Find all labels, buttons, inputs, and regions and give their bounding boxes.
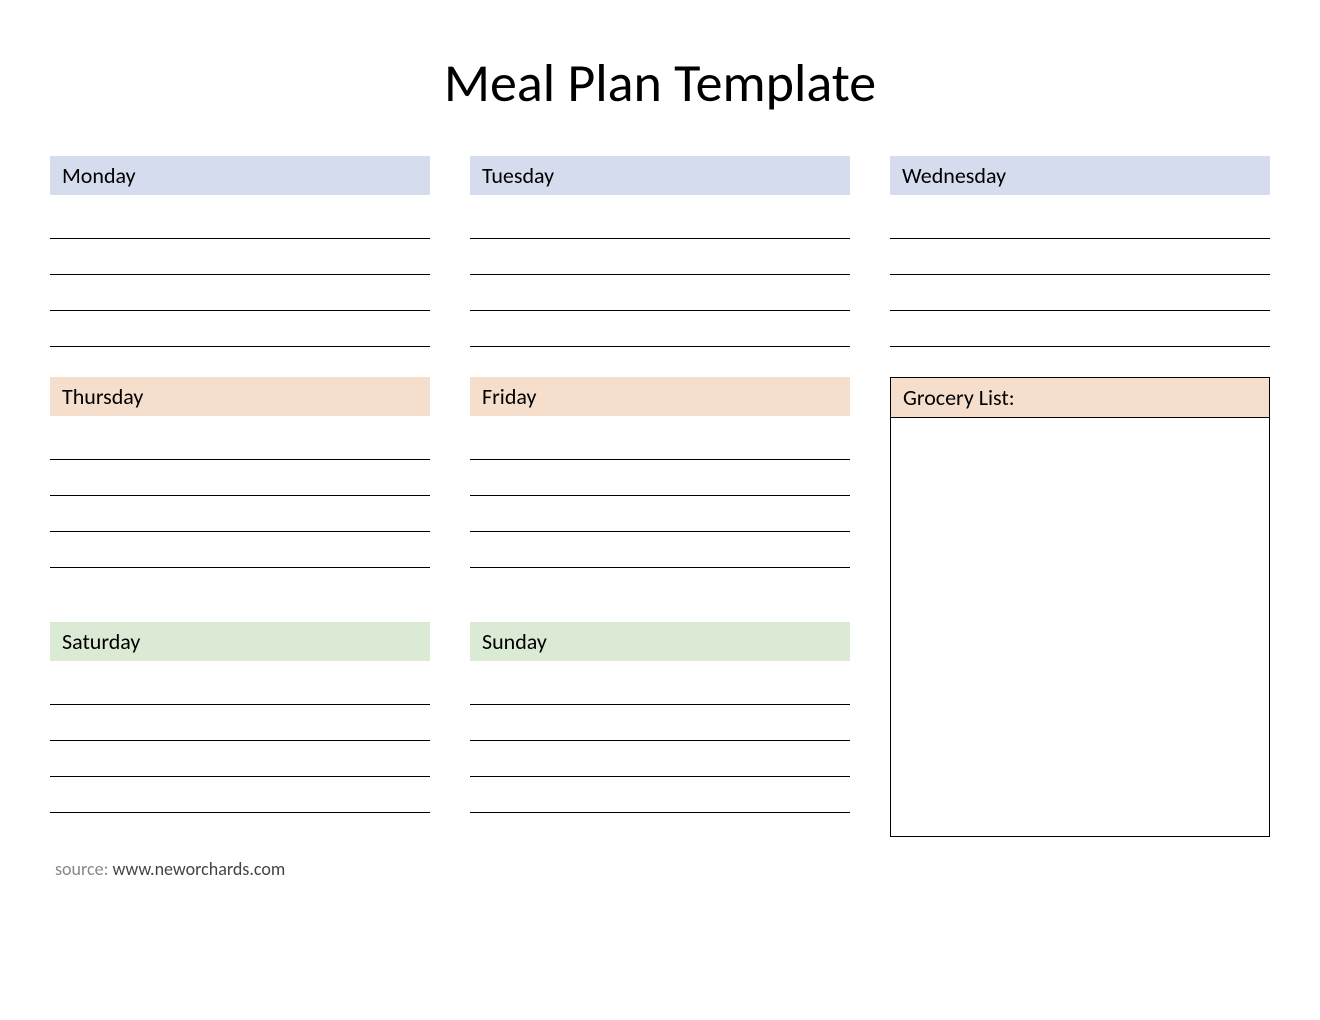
- day-block-tuesday: Tuesday: [470, 156, 850, 347]
- meal-line[interactable]: [470, 311, 850, 347]
- day-block-wednesday: Wednesday: [890, 156, 1270, 347]
- meal-line[interactable]: [470, 460, 850, 496]
- day-lines-monday: [50, 203, 430, 347]
- day-header-saturday: Saturday: [50, 622, 430, 661]
- meal-line[interactable]: [470, 496, 850, 532]
- day-block-saturday: Saturday: [50, 622, 430, 837]
- meal-line[interactable]: [50, 496, 430, 532]
- day-header-thursday: Thursday: [50, 377, 430, 416]
- meal-line[interactable]: [470, 275, 850, 311]
- meal-line[interactable]: [50, 424, 430, 460]
- meal-line[interactable]: [50, 239, 430, 275]
- meal-line[interactable]: [470, 203, 850, 239]
- day-block-friday: Friday: [470, 377, 850, 592]
- day-lines-tuesday: [470, 203, 850, 347]
- meal-plan-grid: Monday Tuesday Wednesday Thursday: [50, 156, 1270, 837]
- source-text: source: www.neworchards.com: [55, 858, 285, 880]
- day-lines-wednesday: [890, 203, 1270, 347]
- meal-line[interactable]: [50, 777, 430, 813]
- meal-line[interactable]: [890, 203, 1270, 239]
- meal-line[interactable]: [50, 669, 430, 705]
- grocery-block: Grocery List:: [890, 377, 1270, 837]
- day-header-tuesday: Tuesday: [470, 156, 850, 195]
- meal-line[interactable]: [470, 532, 850, 568]
- meal-line[interactable]: [890, 275, 1270, 311]
- day-block-monday: Monday: [50, 156, 430, 347]
- day-block-sunday: Sunday: [470, 622, 850, 837]
- day-header-friday: Friday: [470, 377, 850, 416]
- meal-line[interactable]: [50, 203, 430, 239]
- source-url: www.neworchards.com: [112, 858, 285, 880]
- day-lines-saturday: [50, 669, 430, 813]
- meal-line[interactable]: [470, 239, 850, 275]
- meal-line[interactable]: [50, 311, 430, 347]
- meal-line[interactable]: [890, 239, 1270, 275]
- meal-line[interactable]: [470, 777, 850, 813]
- meal-line[interactable]: [50, 460, 430, 496]
- meal-line[interactable]: [50, 532, 430, 568]
- day-lines-sunday: [470, 669, 850, 813]
- day-header-wednesday: Wednesday: [890, 156, 1270, 195]
- meal-line[interactable]: [50, 741, 430, 777]
- meal-line[interactable]: [470, 669, 850, 705]
- meal-line[interactable]: [470, 705, 850, 741]
- day-block-thursday: Thursday: [50, 377, 430, 592]
- day-header-monday: Monday: [50, 156, 430, 195]
- meal-line[interactable]: [50, 705, 430, 741]
- source-prefix: source:: [55, 858, 112, 880]
- meal-line[interactable]: [470, 424, 850, 460]
- page-title: Meal Plan Template: [50, 50, 1270, 116]
- meal-line[interactable]: [50, 275, 430, 311]
- day-lines-friday: [470, 424, 850, 568]
- meal-line[interactable]: [890, 311, 1270, 347]
- day-lines-thursday: [50, 424, 430, 568]
- meal-line[interactable]: [470, 741, 850, 777]
- grocery-header: Grocery List:: [890, 377, 1270, 417]
- day-header-sunday: Sunday: [470, 622, 850, 661]
- grocery-box[interactable]: [890, 417, 1270, 837]
